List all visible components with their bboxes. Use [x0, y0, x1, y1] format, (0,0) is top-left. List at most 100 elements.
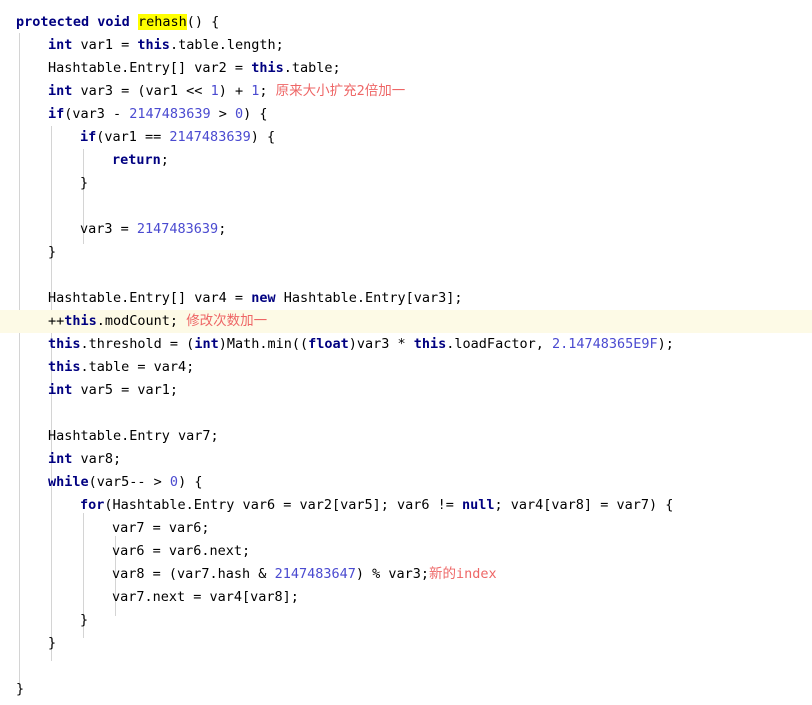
token-keyword: int [48, 37, 73, 53]
code-line-text: protected void rehash() { [0, 11, 219, 34]
code-line[interactable]: } [0, 678, 812, 701]
token-plain: ; var4[var8] = var7) { [494, 497, 674, 513]
code-line[interactable] [0, 264, 812, 287]
token-keyword: protected [16, 14, 90, 30]
token-plain: ; [218, 221, 227, 237]
token-keyword: int [48, 451, 73, 467]
token-number: 0 [234, 106, 244, 122]
code-line[interactable] [0, 402, 812, 425]
token-keyword: this [137, 37, 170, 53]
token-plain: ) + [218, 83, 252, 99]
code-line[interactable]: Hashtable.Entry var7; [0, 425, 812, 448]
code-line-text: if(var3 - 2147483639 > 0) { [0, 103, 268, 126]
code-line-text: this.table = var4; [0, 356, 194, 379]
code-line[interactable]: int var1 = this.table.length; [0, 34, 812, 57]
token-keyword: int [48, 83, 73, 99]
code-lines-container[interactable]: protected void rehash() {int var1 = this… [0, 0, 812, 701]
code-line[interactable]: var7.next = var4[var8]; [0, 586, 812, 609]
token-plain: .threshold = ( [80, 336, 195, 352]
code-line[interactable]: var3 = 2147483639; [0, 218, 812, 241]
code-line[interactable]: Hashtable.Entry[] var2 = this.table; [0, 57, 812, 80]
token-keyword: int [48, 382, 73, 398]
token-plain: ) % var3; [355, 566, 429, 582]
code-line[interactable]: var7 = var6; [0, 517, 812, 540]
code-line[interactable]: this.threshold = (int)Math.min((float)va… [0, 333, 812, 356]
token-keyword: this [48, 359, 81, 375]
code-line[interactable]: } [0, 241, 812, 264]
code-line[interactable]: Hashtable.Entry[] var4 = new Hashtable.E… [0, 287, 812, 310]
code-line[interactable]: var6 = var6.next; [0, 540, 812, 563]
token-plain: (var5-- > [88, 474, 170, 490]
token-plain: ) { [250, 129, 276, 145]
token-plain: ) { [243, 106, 268, 122]
code-line[interactable]: int var5 = var1; [0, 379, 812, 402]
token-plain: ) { [178, 474, 203, 490]
code-line[interactable]: if(var3 - 2147483639 > 0) { [0, 103, 812, 126]
code-line[interactable]: } [0, 632, 812, 655]
code-line[interactable]: return; [0, 149, 812, 172]
code-line-text: Hashtable.Entry var7; [0, 425, 219, 448]
code-line-text: } [0, 678, 24, 701]
token-plain: var8 = (var7.hash & [112, 566, 275, 582]
code-line-text: ++this.modCount; 修改次数加一 [0, 310, 267, 333]
search-match-highlight[interactable]: rehash [137, 14, 187, 30]
token-keyword: null [462, 497, 495, 513]
token-number: 2147483639 [136, 221, 219, 237]
code-line-text: Hashtable.Entry[] var2 = this.table; [0, 57, 341, 80]
code-editor-pane[interactable]: protected void rehash() {int var1 = this… [0, 0, 812, 705]
code-line[interactable] [0, 195, 812, 218]
token-plain: var5 = var1; [72, 382, 179, 398]
token-plain: > [210, 106, 235, 122]
token-comment: 新的index [429, 566, 497, 582]
token-plain: } [48, 244, 57, 260]
code-line-text: return; [0, 149, 169, 172]
token-keyword: new [251, 290, 276, 306]
token-number: 1 [210, 83, 219, 99]
token-number: 2147483639 [169, 129, 251, 145]
code-line-text: var3 = 2147483639; [0, 218, 226, 241]
token-plain: Hashtable.Entry[var3]; [275, 290, 463, 306]
code-line[interactable]: if(var1 == 2147483639) { [0, 126, 812, 149]
code-line[interactable]: protected void rehash() { [0, 11, 812, 34]
code-line-text: var6 = var6.next; [0, 540, 250, 563]
code-line[interactable]: for(Hashtable.Entry var6 = var2[var5]; v… [0, 494, 812, 517]
code-line[interactable] [0, 655, 812, 678]
code-line-text: } [0, 609, 88, 632]
code-line-text: if(var1 == 2147483639) { [0, 126, 275, 149]
token-plain: (Hashtable.Entry var6 = var2[var5]; var6… [104, 497, 463, 513]
token-comment: 原来大小扩充2倍加一 [275, 83, 406, 99]
token-number: 2.14748365E9F [551, 336, 658, 352]
code-line[interactable]: } [0, 172, 812, 195]
token-keyword: while [48, 474, 89, 490]
token-keyword: void [97, 14, 130, 30]
code-line[interactable]: while(var5-- > 0) { [0, 471, 812, 494]
token-plain: )var3 * [348, 336, 414, 352]
token-plain: } [80, 612, 89, 628]
code-line[interactable]: this.table = var4; [0, 356, 812, 379]
token-plain: ; [160, 152, 169, 168]
token-comment: 修改次数加一 [186, 313, 268, 329]
token-plain: (var1 == [96, 129, 170, 145]
token-plain: } [80, 175, 89, 191]
token-plain: ; [259, 83, 276, 99]
token-plain: var6 = var6.next; [112, 543, 251, 559]
code-line-text: } [0, 241, 56, 264]
code-line[interactable]: int var8; [0, 448, 812, 471]
token-plain: } [16, 681, 25, 697]
token-keyword: float [308, 336, 349, 352]
token-plain: } [48, 635, 57, 651]
code-line[interactable]: var8 = (var7.hash & 2147483647) % var3;新… [0, 563, 812, 586]
token-number: 2147483639 [129, 106, 211, 122]
token-plain: ++ [48, 313, 65, 329]
code-line[interactable]: int var3 = (var1 << 1) + 1; 原来大小扩充2倍加一 [0, 80, 812, 103]
token-keyword: this [251, 60, 284, 76]
code-line[interactable]: ++this.modCount; 修改次数加一 [0, 310, 812, 333]
token-plain: ); [657, 336, 674, 352]
token-keyword: return [112, 152, 161, 168]
code-line[interactable]: } [0, 609, 812, 632]
